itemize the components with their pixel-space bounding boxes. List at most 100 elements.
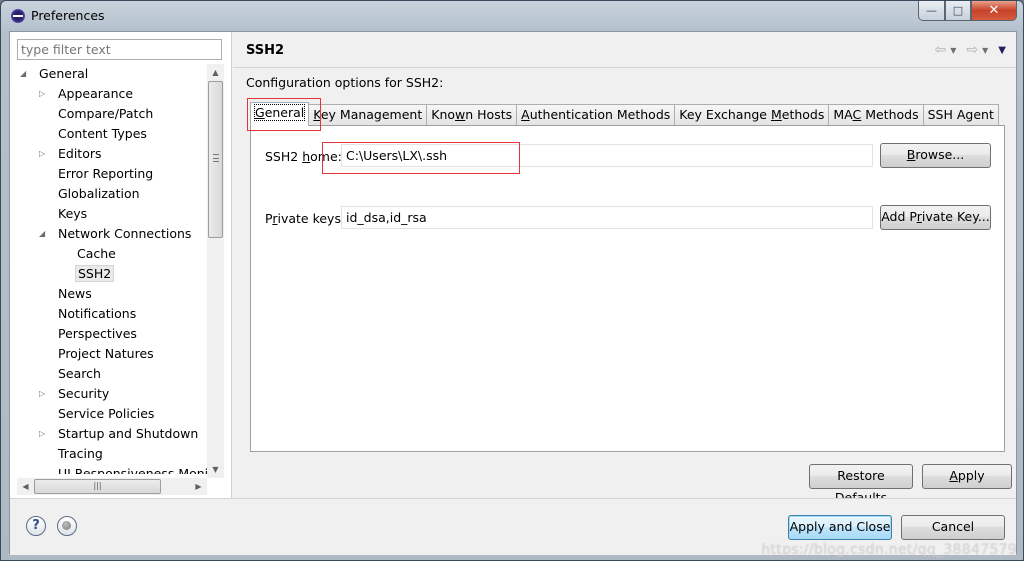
preferences-window: Preferences — □ ✕ ◢ General ▷ Appearance Com… — [0, 0, 1024, 561]
collapsed-twisty-icon[interactable]: ▷ — [39, 144, 49, 164]
back-dropdown-icon[interactable]: ▼ — [950, 46, 956, 55]
tree-item[interactable]: Tracing — [39, 444, 105, 464]
preference-tree: ◢ General ▷ Appearance Compare/Patch Content … — [10, 64, 207, 474]
tree-item-label: Project Natures — [58, 346, 154, 361]
page-description: Configuration options for SSH2: — [246, 75, 444, 90]
tree-item-label: Search — [58, 366, 101, 381]
tree-item[interactable]: ◢ Network Connections — [39, 224, 193, 244]
tree-item[interactable]: Cache — [58, 244, 118, 264]
tab-label: MAC Methods — [833, 107, 919, 122]
tab-label: Key Exchange Methods — [679, 107, 825, 122]
page-header: SSH2 ⇦ ▼ ⇨ ▼ ▼ — [233, 32, 1016, 68]
tab-label: Known Hosts — [431, 107, 513, 122]
add-private-key-button[interactable]: Add Private Key... — [880, 205, 991, 230]
expanded-twisty-icon[interactable]: ◢ — [39, 224, 49, 244]
tree-item-label: Appearance — [58, 86, 134, 101]
apply-and-close-button[interactable]: Apply and Close — [788, 515, 892, 540]
ssh2-tabs: General Key Management Known Hosts Authenti… — [250, 102, 999, 126]
tree-item[interactable]: ▷ Appearance — [39, 84, 135, 104]
forward-arrow-icon[interactable]: ⇨ — [966, 42, 978, 58]
apply-button[interactable]: Apply — [922, 464, 1012, 489]
private-keys-label: Private keys: — [265, 211, 346, 226]
tree-item-label: Network Connections — [58, 226, 192, 241]
general-tab-panel: SSH2 home: C:\Users\LX\.ssh Browse... Pr… — [250, 125, 1005, 452]
tree-item[interactable]: ▷ Security — [39, 384, 111, 404]
tree-item[interactable]: News — [39, 284, 94, 304]
tab[interactable]: Known Hosts — [426, 104, 518, 126]
filter-input[interactable] — [17, 39, 222, 60]
tree-item[interactable]: Globalization — [39, 184, 142, 204]
tree-item[interactable]: Search — [39, 364, 103, 384]
scroll-down-arrow-icon[interactable]: ▼ — [207, 461, 224, 478]
maximize-icon: □ — [952, 4, 964, 17]
forward-dropdown-icon[interactable]: ▼ — [982, 46, 988, 55]
scroll-right-arrow-icon[interactable]: ▶ — [190, 478, 207, 495]
scroll-up-arrow-icon[interactable]: ▲ — [207, 64, 224, 81]
window-title: Preferences — [31, 8, 105, 23]
preference-tree-pane: ◢ General ▷ Appearance Compare/Patch Content … — [10, 32, 232, 498]
horizontal-scroll-thumb[interactable]: ||| — [34, 479, 161, 494]
tree-item[interactable]: Error Reporting — [39, 164, 155, 184]
record-macro-icon[interactable] — [57, 516, 77, 536]
tree-item-label: Startup and Shutdown — [58, 426, 199, 441]
tree-item-label: General — [39, 66, 89, 81]
close-button[interactable]: ✕ — [971, 1, 1017, 21]
tree-item[interactable]: ▷ Editors — [39, 144, 104, 164]
tree-item[interactable]: Content Types — [39, 124, 149, 144]
private-keys-input[interactable]: id_dsa,id_rsa — [341, 206, 873, 229]
browse-button[interactable]: Browse... — [880, 143, 991, 168]
tree-horizontal-scrollbar[interactable]: ◀ ||| ▶ — [17, 478, 207, 495]
tree-item[interactable]: SSH2 — [58, 264, 115, 284]
collapsed-twisty-icon[interactable]: ▷ — [39, 384, 49, 404]
tree-item[interactable]: ◢ General — [20, 64, 90, 84]
back-arrow-icon[interactable]: ⇦ — [935, 42, 947, 58]
grip-icon — [213, 154, 219, 162]
tree-item-label: Keys — [58, 206, 88, 221]
title-bar[interactable]: Preferences — □ ✕ — [1, 1, 1023, 31]
maximize-button[interactable]: □ — [945, 1, 971, 21]
tree-item-label: Globalization — [58, 186, 140, 201]
tab[interactable]: Key Exchange Methods — [674, 104, 830, 126]
cancel-button[interactable]: Cancel — [901, 515, 1005, 540]
tree-item[interactable]: Project Natures — [39, 344, 156, 364]
tab[interactable]: Key Management — [308, 104, 428, 126]
tab-label: Authentication Methods — [521, 107, 671, 122]
watermark-text: https://blog.csdn.net/qq_38847579 — [761, 542, 1017, 558]
tree-vertical-scrollbar[interactable]: ▲ ▼ — [207, 64, 224, 478]
tree-item[interactable]: Notifications — [39, 304, 138, 324]
tree-item[interactable]: ▷ Startup and Shutdown — [39, 424, 200, 444]
tree-item[interactable]: Compare/Patch — [39, 104, 155, 124]
tab[interactable]: SSH Agent — [922, 104, 999, 126]
view-menu-icon[interactable]: ▼ — [998, 45, 1006, 56]
tree-item-label: Perspectives — [58, 326, 137, 341]
expanded-twisty-icon[interactable]: ◢ — [20, 64, 30, 84]
tab-label: SSH Agent — [927, 107, 994, 122]
tab[interactable]: Authentication Methods — [516, 104, 676, 126]
tree-item-label: Service Policies — [58, 406, 155, 421]
tree-item-label: News — [58, 286, 92, 301]
dialog-client: ◢ General ▷ Appearance Compare/Patch Content … — [9, 31, 1017, 555]
tree-item-label: Content Types — [58, 126, 147, 141]
tab-label: General — [253, 104, 306, 121]
help-icon[interactable]: ? — [26, 516, 46, 536]
vertical-scroll-thumb[interactable] — [208, 81, 223, 238]
collapsed-twisty-icon[interactable]: ▷ — [39, 424, 49, 444]
tab-label: Key Management — [313, 107, 423, 122]
minimize-button[interactable]: — — [918, 1, 945, 21]
tab[interactable]: MAC Methods — [828, 104, 924, 126]
tree-item[interactable]: Perspectives — [39, 324, 139, 344]
tree-item-label: Editors — [58, 146, 102, 161]
tree-item-label: Error Reporting — [58, 166, 154, 181]
page-title: SSH2 — [246, 43, 285, 58]
tab[interactable]: General — [250, 102, 310, 126]
collapsed-twisty-icon[interactable]: ▷ — [39, 84, 49, 104]
tree-item[interactable]: Service Policies — [39, 404, 156, 424]
restore-defaults-button[interactable]: Restore Defaults — [809, 464, 913, 505]
tree-item-label: Notifications — [58, 306, 137, 321]
tree-item[interactable]: Keys — [39, 204, 89, 224]
minimize-icon: — — [926, 4, 937, 17]
tree-item-label: UI Responsiveness Monit — [58, 466, 207, 474]
ssh2-home-input[interactable]: C:\Users\LX\.ssh — [341, 144, 873, 167]
tree-item[interactable]: UI Responsiveness Monit — [39, 464, 207, 474]
scroll-left-arrow-icon[interactable]: ◀ — [17, 478, 34, 495]
